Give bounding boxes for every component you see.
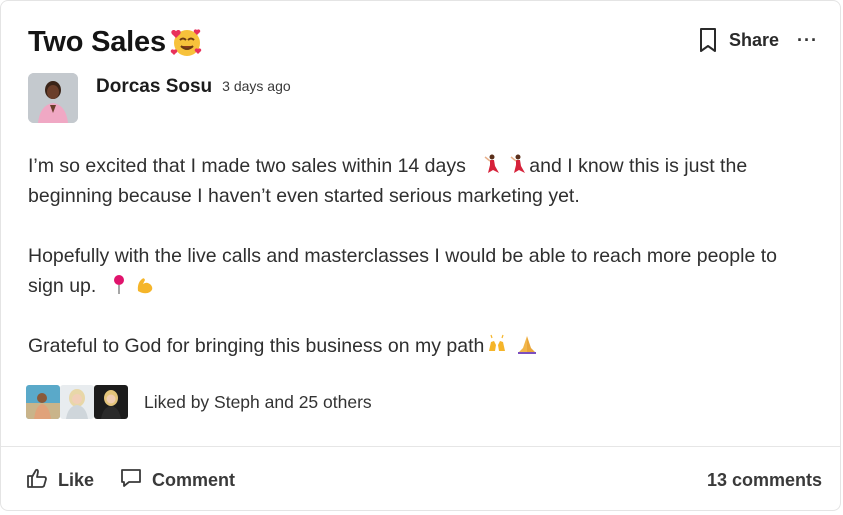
likes-row: Liked by Steph and 25 others [26,385,372,419]
liker-avatar[interactable] [60,385,94,419]
divider [1,446,840,447]
raising-hands-icon [486,333,508,355]
paragraph-2: Hopefully with the live calls and master… [28,241,818,301]
post-footer: Like Comment 13 comments [26,467,822,494]
post-timestamp: 3 days ago [222,78,291,94]
post-actions: Share ··· [697,27,818,53]
paragraph-text: I’m so excited that I made two sales wit… [28,155,466,177]
like-button[interactable]: Like [26,467,94,494]
thumbs-up-icon [26,467,58,494]
comment-button[interactable]: Comment [120,467,235,494]
bookmark-icon[interactable] [697,27,719,53]
liker-avatar[interactable] [26,385,60,419]
comment-bubble-icon [120,467,152,494]
title-row: Two Sales [28,25,204,59]
folded-hands-icon [516,333,538,355]
author-name[interactable]: Dorcas Sosu [96,76,212,98]
share-button[interactable]: Share [729,30,779,51]
post-card: Two Sales Share ··· Dorcas Sosu 3 days a… [0,0,841,511]
author-row: Dorcas Sosu 3 days ago [28,73,291,123]
smiling-face-with-hearts-icon [170,25,204,59]
flexed-biceps-icon [134,273,156,295]
paragraph-1: I’m so excited that I made two sales wit… [28,151,818,211]
more-options-button[interactable]: ··· [797,30,818,51]
comment-label: Comment [152,470,236,490]
like-label: Like [58,470,95,490]
author-avatar[interactable] [28,73,78,123]
paragraph-text: Grateful to God for bringing this busine… [28,335,485,357]
dancer-icon [505,153,527,175]
paragraph-3: Grateful to God for bringing this busine… [28,331,818,361]
post-body: I’m so excited that I made two sales wit… [28,151,818,391]
post-title: Two Sales [28,25,166,58]
likes-summary[interactable]: Liked by Steph and 25 others [144,392,372,413]
dancer-icon [479,153,501,175]
comments-count[interactable]: 13 comments [707,470,822,491]
liker-avatar[interactable] [94,385,128,419]
round-pushpin-icon [108,273,130,295]
